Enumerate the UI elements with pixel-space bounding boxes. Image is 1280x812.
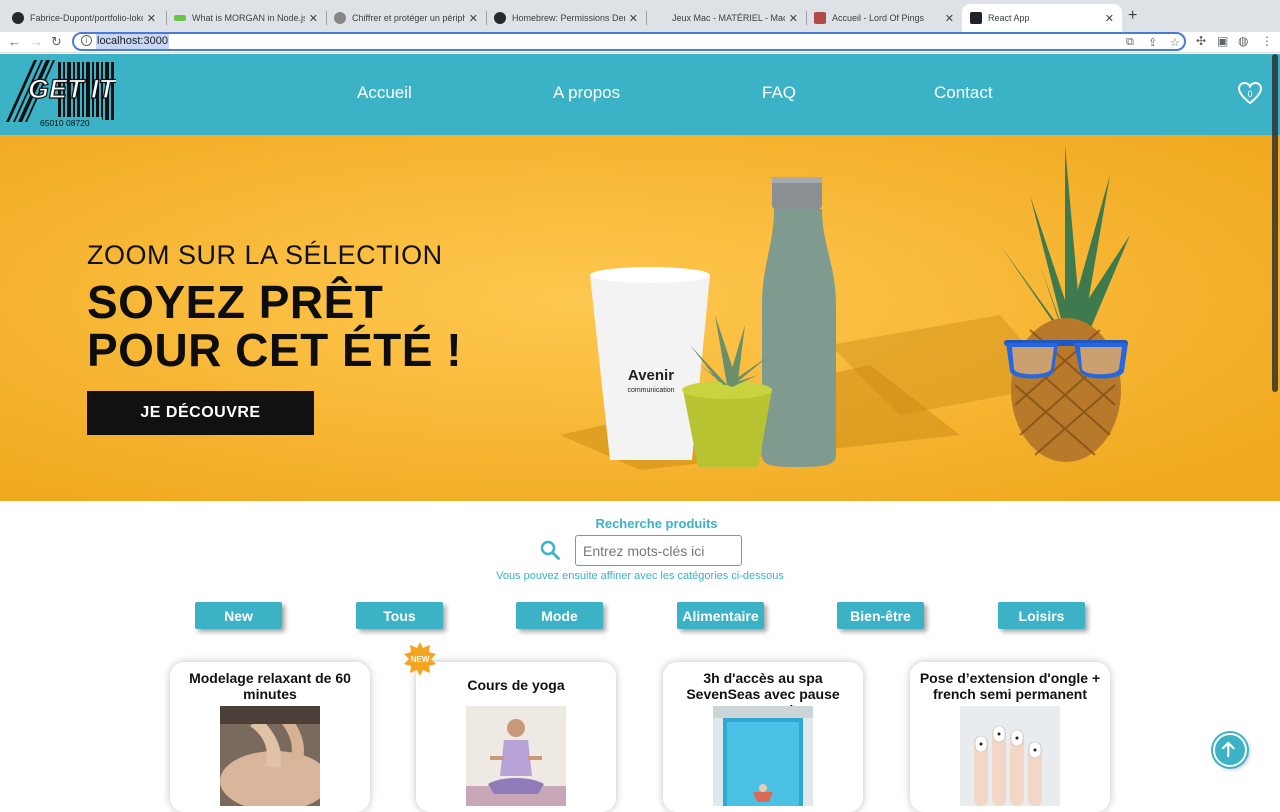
new-badge: NEW xyxy=(404,642,436,676)
macg-icon xyxy=(654,12,666,24)
category-tous-button[interactable]: Tous xyxy=(356,602,443,629)
new-badge-label: NEW xyxy=(411,655,430,664)
category-alimentaire-button[interactable]: Alimentaire xyxy=(677,602,764,629)
product-title: Pose d’extension d'ongle + french semi p… xyxy=(919,670,1101,702)
browser-tab-active[interactable]: React App ✕ xyxy=(962,4,1122,32)
menu-icon[interactable]: ⋮ xyxy=(1261,34,1273,48)
close-tab-icon[interactable]: ✕ xyxy=(945,12,954,25)
logo-barcode-number: 65010 08720 xyxy=(40,118,90,128)
water-bottle xyxy=(762,177,836,467)
product-image-spa xyxy=(713,706,813,806)
product-card[interactable]: 3h d'accès au spa SevenSeas avec pause g… xyxy=(663,662,863,812)
pineapple xyxy=(1000,145,1130,462)
nav-a-propos[interactable]: A propos xyxy=(553,83,620,103)
browser-tab[interactable]: Accueil - Lord Of Pings ✕ xyxy=(806,4,962,32)
tab-title: What is MORGAN in Node.js ? xyxy=(192,13,305,23)
category-new-button[interactable]: New xyxy=(195,602,282,629)
product-card[interactable]: Cours de yoga xyxy=(416,662,616,812)
close-tab-icon[interactable]: ✕ xyxy=(147,12,156,25)
reload-icon[interactable]: ↻ xyxy=(51,33,62,51)
site-info-icon[interactable]: i xyxy=(81,35,92,46)
product-title: Modelage relaxant de 60 minutes xyxy=(189,670,351,702)
product-image-yoga xyxy=(466,706,566,806)
github-icon xyxy=(12,12,24,24)
forward-icon[interactable]: → xyxy=(30,33,43,51)
bookmark-star-icon[interactable]: ☆ xyxy=(1170,36,1180,49)
product-card[interactable]: Modelage relaxant de 60 minutes xyxy=(170,662,370,812)
search-icon[interactable] xyxy=(540,540,560,560)
search-title: Recherche produits xyxy=(595,516,718,531)
new-tab-icon[interactable]: + xyxy=(1128,7,1137,25)
category-mode-button[interactable]: Mode xyxy=(516,602,603,629)
tab-title: Accueil - Lord Of Pings xyxy=(832,13,925,23)
tab-title: Jeux Mac - MATÉRIEL - MacG xyxy=(672,13,785,23)
browser-tab[interactable]: Homebrew: Permissions Denie ✕ xyxy=(486,4,646,32)
search-input[interactable] xyxy=(575,535,742,566)
cup-brand-sub: communication xyxy=(627,387,674,394)
apple-icon xyxy=(334,12,346,24)
logo-text: GET IT xyxy=(28,74,116,104)
search-hint: Vous pouvez ensuite affiner avec les cat… xyxy=(496,570,784,582)
browser-tab[interactable]: What is MORGAN in Node.js ? ✕ xyxy=(166,4,326,32)
close-tab-icon[interactable]: ✕ xyxy=(789,12,798,25)
tab-title: Homebrew: Permissions Denie xyxy=(512,13,625,23)
side-panel-icon[interactable]: ▣ xyxy=(1217,34,1228,48)
scroll-to-top-button[interactable] xyxy=(1213,733,1247,767)
product-image-massage xyxy=(220,706,320,806)
wishlist-count: 0 xyxy=(1247,89,1252,99)
category-loisirs-button[interactable]: Loisirs xyxy=(998,602,1085,629)
react-icon xyxy=(970,12,982,24)
tab-title: Chiffrer et protéger un périphé xyxy=(352,13,465,23)
close-tab-icon[interactable]: ✕ xyxy=(1105,12,1114,25)
browser-tab[interactable]: Jeux Mac - MATÉRIEL - MacG ✕ xyxy=(646,4,806,32)
browser-toolbar: ← → ↻ i localhost:3000 ⧉ ⇪ ☆ ✣ ▣ ◍ ⋮ xyxy=(0,32,1280,53)
wishlist-heart-icon[interactable]: 0 xyxy=(1237,81,1263,105)
profile-icon[interactable]: ◍ xyxy=(1238,34,1248,48)
nav-accueil[interactable]: Accueil xyxy=(357,83,412,103)
cup-brand: Avenir xyxy=(628,367,674,384)
share-icon[interactable]: ⇪ xyxy=(1148,36,1157,49)
browser-tab[interactable]: Fabrice-Dupont/portfolio-lokol ✕ xyxy=(4,4,164,32)
category-bien-etre-button[interactable]: Bien-être xyxy=(837,602,924,629)
product-image-nails xyxy=(960,706,1060,806)
address-bar[interactable]: i localhost:3000 ⧉ ⇪ ☆ xyxy=(72,32,1186,51)
hero-banner: ZOOM SUR LA SÉLECTION SOYEZ PRÊT POUR CE… xyxy=(0,135,1280,501)
back-icon[interactable]: ← xyxy=(8,33,21,51)
url-text[interactable]: localhost:3000 xyxy=(96,34,169,49)
close-tab-icon[interactable]: ✕ xyxy=(629,12,638,25)
page-scrollbar[interactable] xyxy=(1272,54,1278,392)
nav-contact[interactable]: Contact xyxy=(934,83,993,103)
tab-title: React App xyxy=(988,13,1030,23)
get-it-logo[interactable]: GET IT 65010 08720 xyxy=(4,60,116,128)
product-card[interactable]: Pose d’extension d'ongle + french semi p… xyxy=(910,662,1110,812)
extensions-icon[interactable]: ✣ xyxy=(1196,34,1206,48)
site-header: GET IT 65010 08720 Accueil A propos FAQ … xyxy=(0,54,1280,135)
browser-tab-strip: Fabrice-Dupont/portfolio-lokol ✕ What is… xyxy=(0,0,1280,32)
node-icon xyxy=(174,15,186,21)
github-icon xyxy=(494,12,506,24)
close-tab-icon[interactable]: ✕ xyxy=(469,12,478,25)
browser-tab[interactable]: Chiffrer et protéger un périphé ✕ xyxy=(326,4,486,32)
nav-faq[interactable]: FAQ xyxy=(762,83,796,103)
translate-icon[interactable]: ⧉ xyxy=(1126,36,1134,49)
lordofpings-icon xyxy=(814,12,826,24)
close-tab-icon[interactable]: ✕ xyxy=(309,12,318,25)
tab-title: Fabrice-Dupont/portfolio-lokol xyxy=(30,13,143,23)
product-title: Cours de yoga xyxy=(467,677,565,693)
hero-products-illustration: Avenir communication xyxy=(590,145,1130,467)
